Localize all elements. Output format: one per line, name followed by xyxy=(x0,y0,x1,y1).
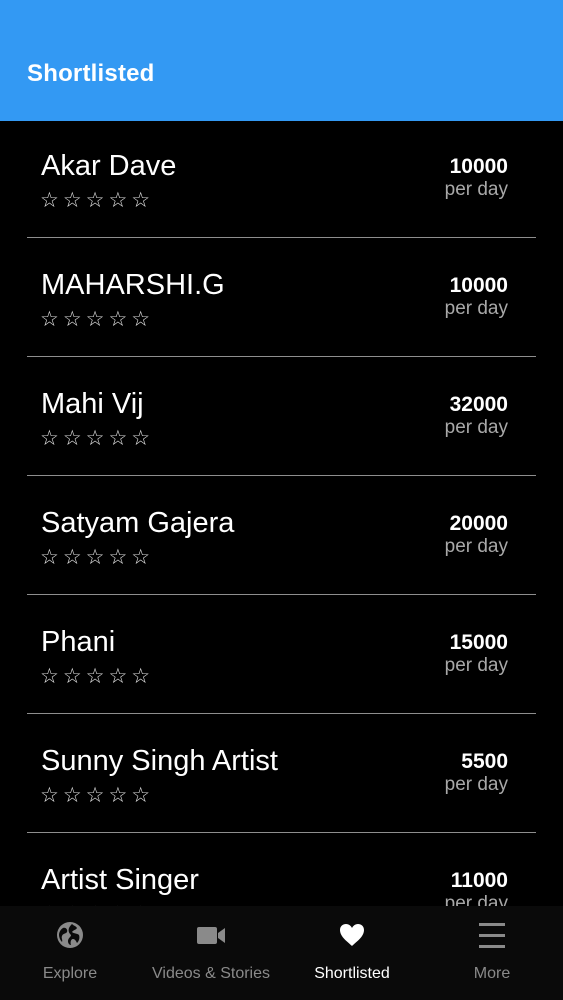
heart-icon xyxy=(340,924,364,946)
menu-icon xyxy=(479,923,505,948)
star-rating: ☆☆☆☆☆ xyxy=(40,783,155,807)
list-item[interactable]: Satyam Gajera ☆☆☆☆☆ 20000 per day xyxy=(0,478,563,597)
artist-name: Akar Dave xyxy=(41,150,177,182)
tab-videos-stories[interactable]: Videos & Stories xyxy=(141,906,281,1000)
tab-label: Videos & Stories xyxy=(152,965,270,982)
divider xyxy=(27,356,536,357)
list-item[interactable]: Phani ☆☆☆☆☆ 15000 per day xyxy=(0,597,563,716)
price-value: 10000 xyxy=(449,155,508,178)
list-item[interactable]: Mahi Vij ☆☆☆☆☆ 32000 per day xyxy=(0,359,563,478)
price-unit: per day xyxy=(444,774,508,795)
video-camera-icon xyxy=(197,927,225,944)
tab-more[interactable]: More xyxy=(422,906,562,1000)
tab-label: More xyxy=(473,965,511,982)
price-value: 10000 xyxy=(449,274,508,297)
artist-name: Mahi Vij xyxy=(41,388,144,420)
divider xyxy=(27,237,536,238)
price-unit: per day xyxy=(444,298,508,319)
list-item[interactable]: Sunny Singh Artist ☆☆☆☆☆ 5500 per day xyxy=(0,716,563,835)
price-unit: per day xyxy=(444,655,508,676)
tab-label: Shortlisted xyxy=(314,965,390,982)
artist-name: Artist Singer xyxy=(41,864,199,896)
page-title: Shortlisted xyxy=(27,60,155,87)
price-value: 11000 xyxy=(450,869,508,892)
price-unit: per day xyxy=(444,417,508,438)
price-unit: per day xyxy=(444,536,508,557)
star-rating: ☆☆☆☆☆ xyxy=(40,545,155,569)
tab-explore[interactable]: Explore xyxy=(0,906,140,1000)
tab-shortlisted[interactable]: Shortlisted xyxy=(282,906,422,1000)
star-rating: ☆☆☆☆☆ xyxy=(40,664,155,688)
artist-name: Satyam Gajera xyxy=(41,507,235,539)
tab-label: Explore xyxy=(42,965,98,982)
price-value: 20000 xyxy=(449,512,508,535)
divider xyxy=(27,475,536,476)
tab-bar: Explore Videos & Stories Shortlisted Mor… xyxy=(0,906,563,1000)
list-item[interactable]: Artist Singer ☆☆☆☆☆ 11000 per day xyxy=(0,835,563,906)
price-value: 15000 xyxy=(449,631,508,654)
price-unit: per day xyxy=(444,179,508,200)
shortlist[interactable]: Akar Dave ☆☆☆☆☆ 10000 per day MAHARSHI.G… xyxy=(0,121,563,906)
globe-icon xyxy=(57,922,83,948)
divider xyxy=(27,832,536,833)
price-unit: per day xyxy=(444,893,508,906)
list-item[interactable]: MAHARSHI.G ☆☆☆☆☆ 10000 per day xyxy=(0,240,563,359)
star-rating: ☆☆☆☆☆ xyxy=(40,307,155,331)
price-value: 5500 xyxy=(461,750,508,773)
star-rating: ☆☆☆☆☆ xyxy=(40,426,155,450)
divider xyxy=(27,594,536,595)
artist-name: MAHARSHI.G xyxy=(41,269,225,301)
star-rating: ☆☆☆☆☆ xyxy=(40,188,155,212)
artist-name: Phani xyxy=(41,626,116,658)
list-item[interactable]: Akar Dave ☆☆☆☆☆ 10000 per day xyxy=(0,121,563,240)
artist-name: Sunny Singh Artist xyxy=(41,745,278,777)
divider xyxy=(27,713,536,714)
price-value: 32000 xyxy=(449,393,508,416)
app-header: Shortlisted xyxy=(0,0,563,121)
